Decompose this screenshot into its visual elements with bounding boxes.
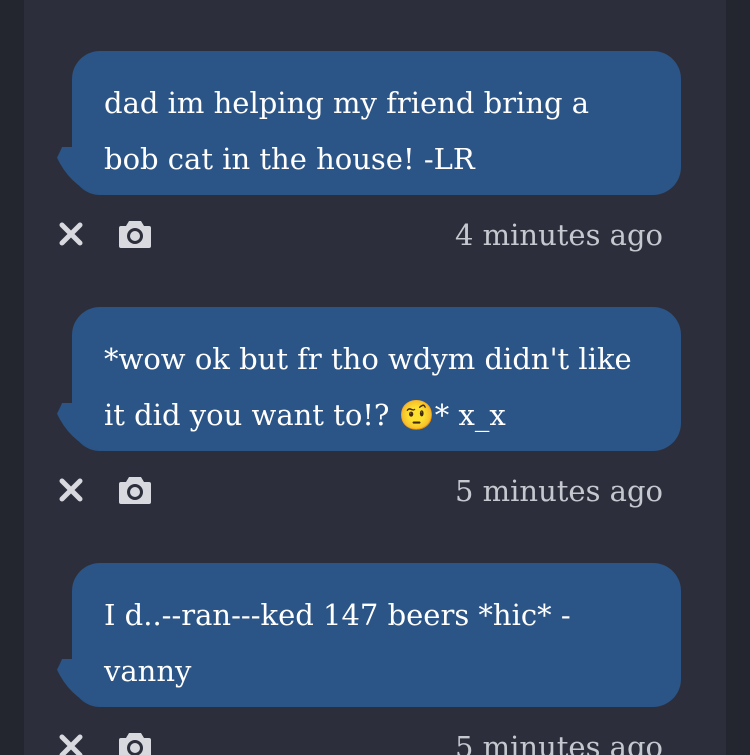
message-bubble: dad im helping my friend bring a bob cat… [46, 51, 681, 195]
message-text: I d..--ran---ked 147 beers *hic* - vanny [104, 598, 571, 688]
message-item: *wow ok but fr tho wdym didn't like it d… [24, 307, 681, 531]
message-bubble: *wow ok but fr tho wdym didn't like it d… [46, 307, 681, 451]
bubble-tail [46, 403, 110, 451]
message-bubble: I d..--ran---ked 147 beers *hic* - vanny [46, 563, 681, 707]
message-timestamp: 5 minutes ago [454, 730, 663, 755]
close-icon[interactable] [54, 473, 88, 507]
camera-icon[interactable] [118, 473, 152, 507]
message-meta: 5 minutes ago [24, 451, 681, 531]
message-timestamp: 4 minutes ago [454, 218, 663, 252]
message-meta: 5 minutes ago [24, 707, 681, 755]
message-meta: 4 minutes ago [24, 195, 681, 275]
message-text: dad im helping my friend bring a bob cat… [104, 86, 590, 176]
bubble-tail [46, 659, 110, 707]
message-text: *wow ok but fr tho wdym didn't like it d… [104, 342, 632, 432]
camera-icon[interactable] [118, 217, 152, 251]
close-icon[interactable] [54, 217, 88, 251]
message-timestamp: 5 minutes ago [454, 474, 663, 508]
close-icon[interactable] [54, 729, 88, 755]
bubble-tail [46, 147, 110, 195]
message-item: I d..--ran---ked 147 beers *hic* - vanny… [24, 563, 681, 755]
message-item: dad im helping my friend bring a bob cat… [24, 51, 681, 275]
camera-icon[interactable] [118, 729, 152, 755]
